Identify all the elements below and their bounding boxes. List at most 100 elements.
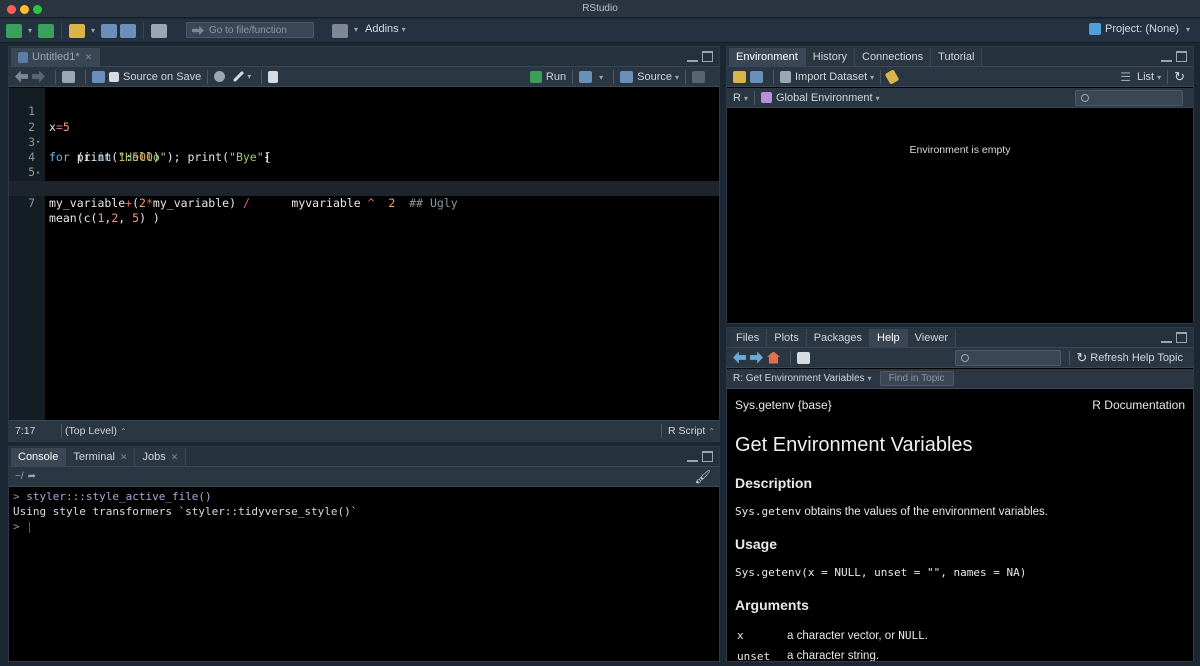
import-dataset-button[interactable]: Import Dataset ▾ [795,71,874,83]
goto-file-function-input[interactable]: Go to file/function [186,22,314,38]
argument-row: unset a character string. [737,650,880,661]
workspace-panes-icon[interactable] [332,24,348,38]
tab-tutorial[interactable]: Tutorial [931,48,983,66]
clear-console-icon[interactable]: 🖌 [694,469,711,485]
load-workspace-icon[interactable] [733,70,746,83]
find-in-topic-input[interactable]: Find in Topic [879,371,954,386]
go-to-directory-icon[interactable]: ➦ [28,471,36,482]
refresh-env-icon[interactable]: ↻ [1174,69,1185,85]
project-caret-icon: ▾ [1185,24,1190,34]
forward-arrow-icon[interactable] [32,70,45,83]
document-outline-icon[interactable] [692,71,705,83]
show-in-new-window-icon[interactable] [797,351,810,364]
tab-viewer[interactable]: Viewer [907,329,957,347]
rerun-icon[interactable] [579,71,593,83]
new-file-dropdown-icon[interactable]: ▾ [28,26,32,35]
working-directory: ~/ [15,471,24,482]
refresh-help-button[interactable]: Refresh Help Topic [1090,352,1183,364]
usage-code: Sys.getenv(x = NULL, unset = "", names =… [735,566,1027,579]
source-pane: Untitled1* ✕ Source on Save ▾ Run ▾ Sour… [8,46,720,442]
code-line-7: 7 mean(c(1,2, 5) ) [9,180,719,225]
help-topic-selector[interactable]: R: Get Environment Variables ▾ [733,373,872,384]
clear-objects-broom-icon[interactable] [884,68,900,85]
file-type-selector[interactable]: R Script ⌃ [668,425,715,437]
addins-menu[interactable]: Addins ▾ [365,23,406,35]
help-home-icon[interactable] [767,351,780,364]
tab-plots[interactable]: Plots [767,329,807,347]
minimize-pane-icon[interactable] [687,51,698,62]
source-tabstrip: Untitled1* ✕ [9,47,719,67]
list-view-icon: ☰ [1120,69,1131,84]
environment-search-input[interactable] [1075,90,1183,106]
run-button[interactable]: Run [546,71,566,83]
back-arrow-icon[interactable] [15,70,28,83]
code-line-5: 5 my_variable <- 5 [28,165,160,194]
close-jobs-icon[interactable]: ✕ [171,452,179,463]
tab-untitled1[interactable]: Untitled1* ✕ [11,48,101,66]
tab-files[interactable]: Files [729,329,768,347]
addins-caret-icon: ▾ [401,25,406,34]
maximize-pane-icon[interactable] [702,51,713,62]
source-caret-icon[interactable]: ▾ [675,73,679,82]
print-icon[interactable] [151,23,168,38]
environment-selector[interactable]: Global Environment ▾ [776,92,880,104]
compile-report-icon[interactable] [268,70,279,83]
environment-toolbar: Import Dataset ▾ ☰ List ▾ ↻ [727,67,1193,87]
r-file-icon [18,51,28,63]
new-project-icon[interactable] [38,23,55,38]
maximize-env-icon[interactable] [1176,51,1187,62]
tab-history[interactable]: History [805,48,855,66]
rerun-caret-icon[interactable]: ▾ [599,73,603,82]
console-line: > styler:::style_active_file() [13,490,212,503]
console-output[interactable]: > styler:::style_active_file() Using sty… [9,487,719,661]
tab-environment[interactable]: Environment [729,48,806,66]
arguments-heading: Arguments [735,597,809,613]
tab-console[interactable]: Console [11,448,67,466]
source-button[interactable]: Source [637,71,672,83]
code-line-6: 6 my_variable+(2*my_variable) / myvariab… [28,181,458,211]
code-line-1: 1 x=5 [28,104,70,134]
find-replace-icon[interactable] [214,71,226,82]
help-forward-icon[interactable] [750,351,763,364]
scope-selector[interactable]: (Top Level) ⌃ [65,425,127,437]
save-file-icon[interactable] [92,70,105,83]
code-editor[interactable]: 1 x=5 2 ▾ for (i in 1:500) { 3 print("He… [9,88,719,420]
code-tools-caret-icon[interactable]: ▾ [247,72,251,81]
description-heading: Description [735,475,813,491]
goto-arrow-icon [192,26,204,35]
environment-tabstrip: Environment History Connections Tutorial [727,47,1193,67]
tab-connections[interactable]: Connections [855,48,932,66]
tab-packages[interactable]: Packages [806,329,871,347]
save-all-icon[interactable] [120,23,137,38]
app-title: RStudio [582,3,618,14]
new-file-icon[interactable] [6,23,22,38]
help-search-input[interactable] [955,350,1061,366]
open-file-icon[interactable] [69,23,86,38]
language-selector[interactable]: R ▾ [733,92,748,104]
help-back-icon[interactable] [733,351,746,364]
tab-jobs[interactable]: Jobs ✕ [135,448,187,466]
help-topicbar: R: Get Environment Variables ▾ Find in To… [727,369,1193,389]
open-recent-dropdown-icon[interactable]: ▾ [91,26,95,35]
save-workspace-icon[interactable] [750,70,763,83]
maximize-help-icon[interactable] [1176,332,1187,343]
source-on-save-checkbox[interactable] [109,71,119,82]
show-in-window-icon[interactable] [62,70,75,83]
help-tabstrip: Files Plots Packages Help Viewer [727,328,1193,348]
code-tools-wand-icon[interactable] [233,70,245,83]
view-mode-selector[interactable]: List ▾ [1137,71,1161,83]
close-tab-icon[interactable]: ✕ [85,52,93,63]
minimize-help-icon[interactable] [1161,332,1172,343]
tab-terminal[interactable]: Terminal ✕ [66,448,136,466]
save-icon[interactable] [101,23,118,38]
workspace-panes-dropdown-icon[interactable]: ▾ [354,25,358,34]
minimize-env-icon[interactable] [1161,51,1172,62]
minimize-console-icon[interactable] [687,451,698,462]
tab-help[interactable]: Help [870,329,908,347]
close-terminal-icon[interactable]: ✕ [120,452,128,463]
project-menu[interactable]: Project: (None) ▾ [1089,23,1190,35]
global-env-icon [760,92,772,103]
environment-scopebar: R ▾ Global Environment ▾ [727,88,1193,108]
argument-row: x a character vector, or NULL. [737,629,928,642]
maximize-console-icon[interactable] [702,451,713,462]
